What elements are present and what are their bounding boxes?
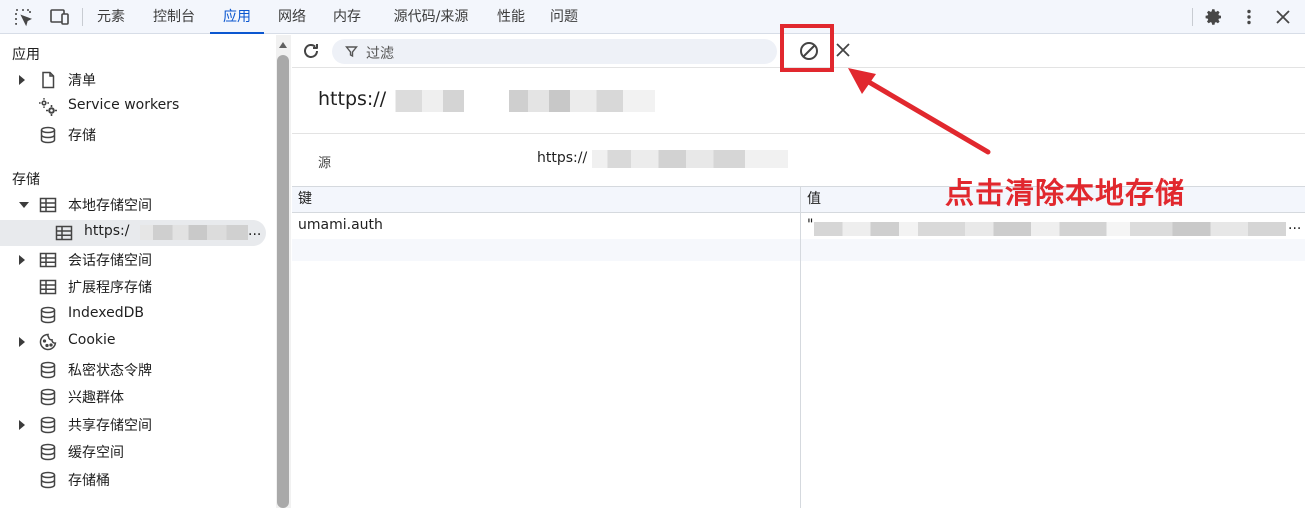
tab-memory[interactable]: 内存 (323, 0, 371, 34)
sidebar-item-cache-storage[interactable]: 缓存空间 (0, 439, 270, 465)
scrollbar-thumb[interactable] (277, 55, 289, 508)
sidebar-item-label: 本地存储空间 (68, 198, 152, 214)
table-icon (38, 277, 58, 297)
sidebar-item-shared-storage[interactable]: 共享存储空间 (0, 412, 270, 438)
sidebar-scrollbar[interactable] (276, 35, 291, 508)
database-icon (38, 470, 58, 490)
filter-input[interactable]: 过滤 (332, 39, 777, 64)
sidebar-item-label: IndexedDB (68, 305, 144, 321)
sidebar-item-private-state-tokens[interactable]: 私密状态令牌 (0, 357, 270, 383)
redacted-source (592, 150, 788, 168)
expand-arrow-icon[interactable] (19, 420, 25, 430)
sidebar-item-label: https:/ (84, 223, 130, 239)
application-sidebar: 应用 清单 Service workers 存储 存储 本地存储空间 https… (0, 35, 275, 508)
table-icon (38, 195, 58, 215)
separator (82, 8, 83, 26)
separator (1192, 8, 1193, 26)
key-value-table: 键 值 umami.auth " ... (292, 186, 1305, 508)
table-cell-key[interactable]: umami.auth (292, 217, 383, 233)
sidebar-item-label: 会话存储空间 (68, 253, 152, 269)
sidebar-item-label: Cookie (68, 332, 116, 348)
gear-icon[interactable] (1204, 7, 1224, 27)
scroll-up-arrow-icon[interactable] (279, 42, 287, 48)
close-icon[interactable] (1273, 7, 1293, 27)
sidebar-item-label: 私密状态令牌 (68, 363, 152, 379)
tab-issues[interactable]: 问题 (540, 0, 588, 34)
column-header-key[interactable]: 键 (292, 187, 800, 213)
refresh-icon[interactable] (300, 40, 322, 62)
expand-arrow-icon[interactable] (19, 75, 25, 85)
sidebar-item-local-storage-origin[interactable]: https:/ ... (0, 220, 266, 246)
sidebar-item-label: 兴趣群体 (68, 390, 124, 406)
sidebar-item-label: 存储 (68, 128, 96, 144)
sidebar-item-service-workers[interactable]: Service workers (0, 94, 270, 120)
sidebar-item-label: 清单 (68, 73, 96, 89)
tab-elements[interactable]: 元素 (87, 0, 135, 34)
sidebar-item-cookie[interactable]: Cookie (0, 329, 270, 355)
filter-icon (345, 45, 358, 58)
table-cell-value-prefix[interactable]: " (801, 217, 813, 233)
more-vertical-icon[interactable] (1239, 7, 1259, 27)
sidebar-item-local-storage[interactable]: 本地存储空间 (0, 192, 270, 218)
sidebar-item-storage-buckets[interactable]: 存储桶 (0, 467, 270, 493)
section-title-application: 应用 (12, 47, 40, 63)
sidebar-item-label: 缓存空间 (68, 445, 124, 461)
sidebar-item-manifest[interactable]: 清单 (0, 67, 270, 93)
device-toolbar-icon[interactable] (48, 7, 69, 27)
database-icon (38, 387, 58, 407)
sidebar-item-label: Service workers (68, 97, 180, 113)
sidebar-item-label: 扩展程序存储 (68, 280, 152, 296)
collapse-arrow-icon[interactable] (19, 202, 29, 208)
database-icon (38, 305, 58, 325)
database-icon (38, 442, 58, 462)
tab-application[interactable]: 应用 (210, 0, 264, 34)
sidebar-item-indexeddb[interactable]: IndexedDB (0, 302, 270, 328)
annotation-text: 点击清除本地存储 (945, 176, 1186, 210)
redacted-origin (390, 90, 655, 112)
redacted-text (140, 225, 248, 240)
table-row-empty (292, 239, 1305, 261)
expand-arrow-icon[interactable] (19, 337, 25, 347)
section-title-storage: 存储 (12, 172, 40, 188)
devtools-tab-bar: 元素 控制台 应用 网络 内存 源代码/来源 性能 问题 (0, 0, 1305, 34)
tab-performance[interactable]: 性能 (487, 0, 535, 34)
sidebar-item-session-storage[interactable]: 会话存储空间 (0, 247, 270, 273)
file-icon (38, 70, 58, 90)
inspect-icon[interactable] (13, 7, 33, 27)
sidebar-item-label: 存储桶 (68, 473, 110, 489)
sidebar-item-label: 共享存储空间 (68, 418, 152, 434)
sidebar-item-interest-groups[interactable]: 兴趣群体 (0, 384, 270, 410)
tab-sources[interactable]: 源代码/来源 (378, 0, 484, 34)
delete-selected-icon[interactable] (834, 41, 852, 59)
table-icon (54, 223, 74, 243)
database-icon (38, 415, 58, 435)
sidebar-item-extension-storage[interactable]: 扩展程序存储 (0, 274, 270, 300)
filter-placeholder: 过滤 (366, 46, 394, 62)
ellipsis: ... (248, 223, 262, 239)
tab-network[interactable]: 网络 (268, 0, 316, 34)
origin-title: https:// (318, 88, 387, 110)
cookie-icon (38, 332, 58, 352)
database-icon (38, 125, 58, 145)
tab-console[interactable]: 控制台 (141, 0, 207, 34)
gears-icon (38, 97, 58, 117)
database-icon (38, 360, 58, 380)
expand-arrow-icon[interactable] (19, 255, 25, 265)
source-value: https:// (537, 150, 588, 166)
table-cell-value-ellipsis: ... (1288, 217, 1302, 233)
sidebar-item-storage-overview[interactable]: 存储 (0, 122, 270, 148)
annotation-arrow-icon (848, 68, 991, 155)
column-divider (800, 187, 801, 508)
redacted-value (814, 222, 1286, 236)
divider (292, 133, 1305, 134)
table-icon (38, 250, 58, 270)
highlight-box (780, 24, 834, 72)
source-label: 源 (318, 156, 332, 171)
